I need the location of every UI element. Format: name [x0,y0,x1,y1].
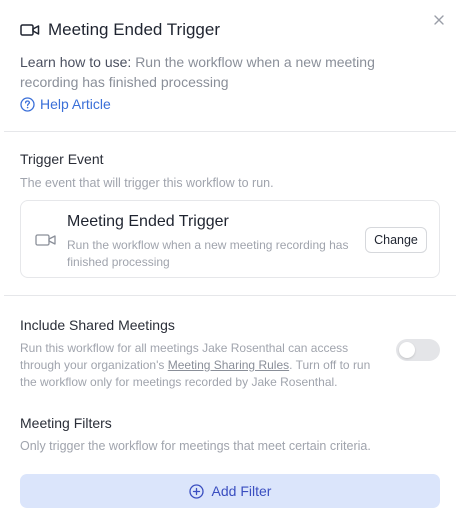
divider [4,295,456,296]
panel-header: Meeting Ended Trigger [20,20,220,40]
learn-label: Learn how to use: [20,54,132,70]
help-article-link[interactable]: Help Article [20,96,111,112]
learn-how-to-use: Learn how to use: Run the workflow when … [20,52,420,92]
meeting-filters-title: Meeting Filters [20,415,112,431]
meeting-sharing-rules-link[interactable]: Meeting Sharing Rules [168,358,289,372]
trigger-event-title: Trigger Event [20,151,104,167]
video-camera-icon [35,233,57,247]
toggle-knob [399,342,415,358]
help-article-label: Help Article [40,96,111,112]
card-description: Run the workflow when a new meeting reco… [67,238,349,269]
trigger-event-card: Meeting Ended Trigger Run the workflow w… [20,200,440,278]
add-filter-label: Add Filter [211,483,272,499]
include-shared-meetings-description: Run this workflow for all meetings Jake … [20,340,380,391]
meeting-filters-description: Only trigger the workflow for meetings t… [20,439,371,453]
include-shared-meetings-toggle[interactable] [396,339,440,361]
card-title: Meeting Ended Trigger [67,213,229,230]
trigger-settings-panel: Meeting Ended Trigger Learn how to use: … [0,0,460,529]
trigger-event-description: The event that will trigger this workflo… [20,176,274,190]
panel-title: Meeting Ended Trigger [48,20,220,39]
add-filter-button[interactable]: Add Filter [20,474,440,508]
close-icon[interactable] [432,13,446,27]
plus-circle-icon [188,483,204,499]
question-circle-icon [20,96,35,112]
change-button[interactable]: Change [365,227,427,253]
include-shared-meetings-title: Include Shared Meetings [20,317,175,333]
divider [4,131,456,132]
video-camera-icon [20,23,40,37]
